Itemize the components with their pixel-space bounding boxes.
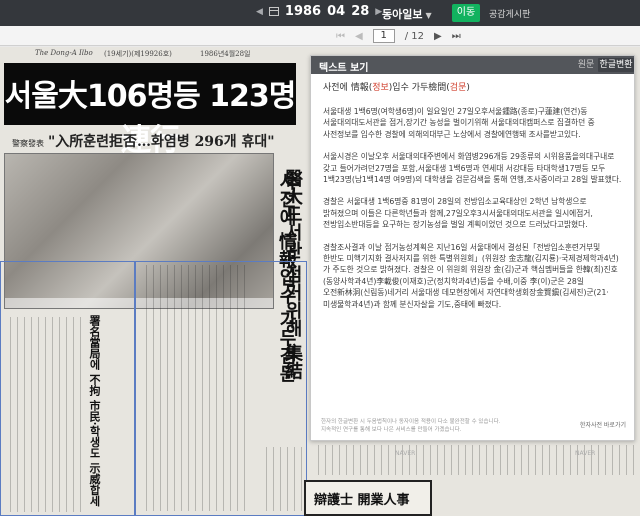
masthead-issue: (19세기)(제19926호) xyxy=(104,50,172,58)
date-selector: ◀ 1986 04 월 28 일 ▶ xyxy=(256,4,382,19)
newspaper-select[interactable]: 동아일보 ▼ xyxy=(382,6,432,22)
text-view-panel: 텍스트 보기 원문 한글변환 사전에 情報(정보)입수 가두檢問(검문) 서울대… xyxy=(310,55,635,441)
month-select[interactable]: 04 xyxy=(327,4,345,19)
headline-part: 사전에 情報( xyxy=(323,83,373,93)
calendar-icon[interactable] xyxy=(268,7,279,16)
masthead-title: The Dong-A Ilbo xyxy=(35,49,93,57)
tab-original[interactable]: 원문 xyxy=(575,58,597,72)
article-text-left xyxy=(4,317,86,512)
main-headline-box: 서울大106명등 123명 連行 xyxy=(4,63,296,158)
article-text-bottom xyxy=(260,447,305,511)
total-pages: / 12 xyxy=(404,30,424,42)
subhead-text: "入所훈련拒否…화염병 296개 휴대" xyxy=(48,134,275,150)
page-number-input[interactable]: 1 xyxy=(372,29,395,43)
masthead: The Dong-A Ilbo (19세기)(제19926호) 1986년4월2… xyxy=(0,47,310,59)
prev-page-icon[interactable]: ◀ xyxy=(355,31,363,42)
masthead-date: 1986년4월28일 xyxy=(200,50,251,58)
article-paragraph: 경찰은 서울대생 1백6명중 81명이 28일의 전방입소교육대상인 2학년 남… xyxy=(323,197,593,230)
top-toolbar: ◀ 1986 04 월 28 일 ▶ 동아일보▼ 이동 공감게시판 xyxy=(0,0,640,26)
article-headline: 사전에 情報(정보)입수 가두檢問(검문) xyxy=(323,82,623,94)
panel-header: 텍스트 보기 원문 한글변환 xyxy=(311,56,634,74)
last-page-icon[interactable]: ⏭ xyxy=(452,31,461,42)
panel-body: 사전에 情報(정보)입수 가두檢問(검문) 서울대생 1백6명(여학생6명)이 … xyxy=(323,82,623,402)
panel-title: 텍스트 보기 xyxy=(319,63,369,74)
prev-date-icon[interactable]: ◀ xyxy=(256,7,263,17)
hangul-reading: 검문 xyxy=(449,83,467,93)
app-window: { "topbar": { "year": "1986", "month": "… xyxy=(0,0,640,516)
watermark-2: NAVER xyxy=(575,450,596,457)
subheadline: 警察發表 "入所훈련拒否…화염병 296개 휴대" xyxy=(12,131,275,151)
headline-part: ) xyxy=(466,83,470,93)
tab-hangul[interactable]: 한글변환 xyxy=(598,58,634,72)
ad-title: 辯護士 開業人事 xyxy=(314,493,410,508)
article-paragraph: 서울시경은 이날오후 서울대의대주변에서 화염병296개등 29종류의 시위용품… xyxy=(323,152,622,185)
article-paragraph: 경찰조사결과 이날 점거농성계획은 지난16일 서울대에서 결성된「전방입소훈련… xyxy=(323,242,619,309)
page-navigator: ⏮ ◀ 1 / 12 ▶ ⏭ xyxy=(0,26,640,46)
go-button[interactable]: 이동 xyxy=(452,4,480,22)
panel-footer: 한자의 한글변환 시 두음법칙이나 동자이음 적용이 다소 불완전할 수 있습니… xyxy=(321,418,626,434)
article-paragraph: 서울대생 1백6명(여학생6명)이 일요일인 27일오후서울鍾路(종로)구蓮建(… xyxy=(323,107,595,139)
notice-board-link[interactable]: 공감게시판 xyxy=(489,7,530,20)
next-page-icon[interactable]: ▶ xyxy=(434,31,442,42)
chevron-down-icon: ▼ xyxy=(425,11,432,20)
day-select[interactable]: 28 xyxy=(351,4,369,19)
hangul-reading: 정보 xyxy=(372,83,389,93)
article-text-center xyxy=(140,265,250,511)
year-select[interactable]: 1986 xyxy=(285,4,321,19)
hanja-dictionary-link[interactable]: 한자사전 바로가기 xyxy=(580,422,626,430)
mid-vertical-headline: 署名當局에 不拘 市民·학생도 示威합세 xyxy=(88,315,101,507)
subhead-tag: 警察發表 xyxy=(12,139,44,148)
ad-box: 辯護士 開業人事 xyxy=(304,480,432,516)
headline-part: )입수 가두檢問( xyxy=(388,83,450,93)
first-page-icon[interactable]: ⏮ xyxy=(336,31,345,42)
newspaper-label: 동아일보 xyxy=(382,8,423,21)
watermark: NAVER xyxy=(395,450,416,457)
